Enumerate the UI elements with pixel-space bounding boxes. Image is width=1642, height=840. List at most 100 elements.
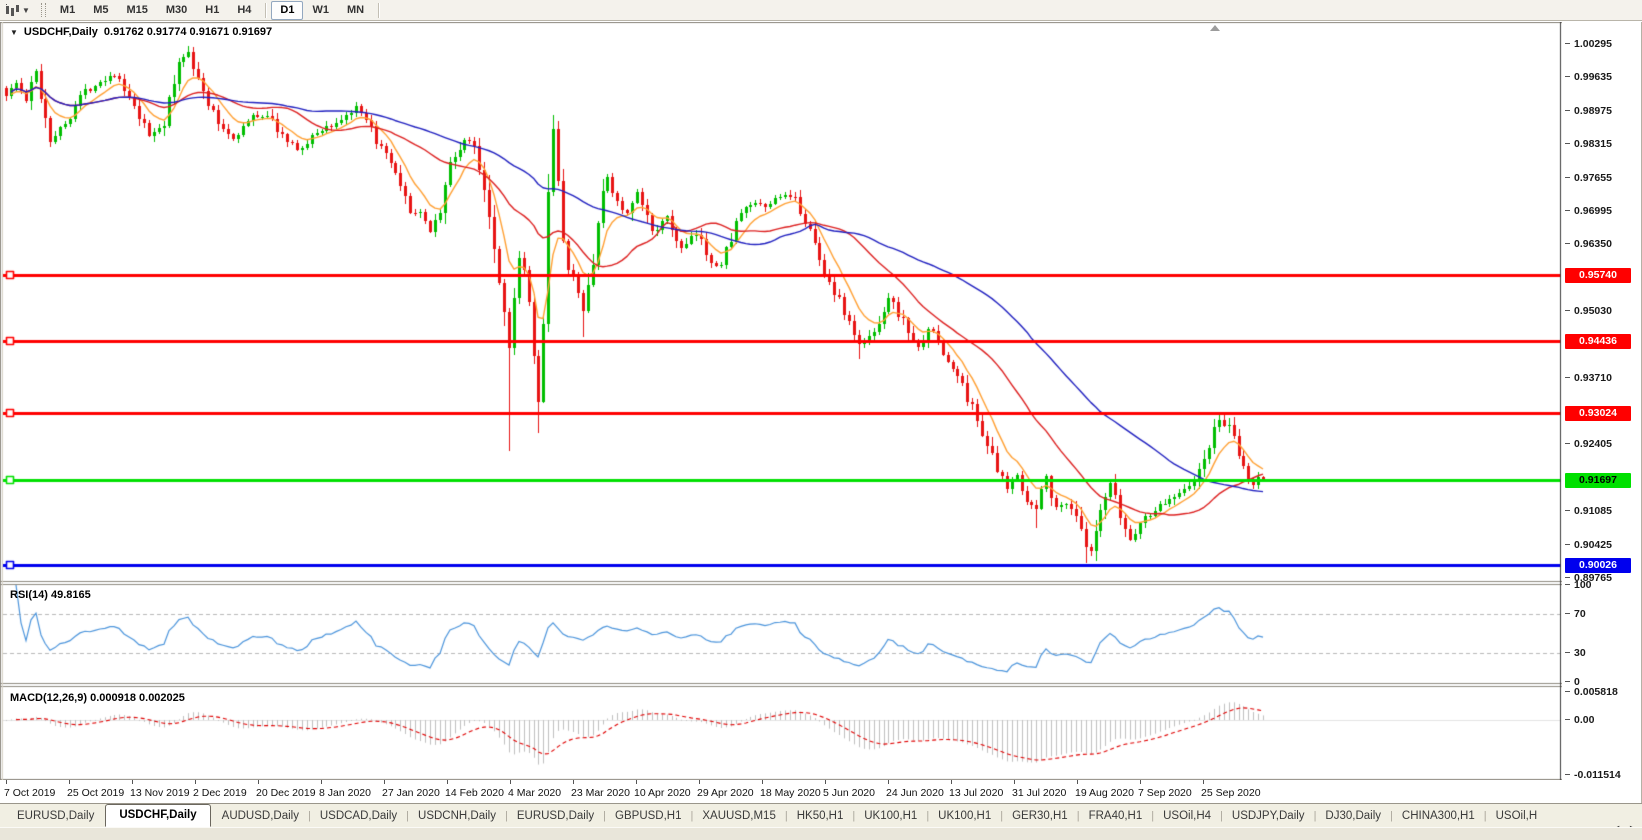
rsi-indicator-label: RSI(14) 49.8165: [10, 589, 91, 601]
chart-tab-UK100-H1[interactable]: UK100,H1: [929, 806, 1000, 827]
chart-tab-XAUUSD-M15[interactable]: XAUUSD,M15: [693, 806, 785, 827]
price-axis-tick: 0.96995: [1574, 205, 1612, 217]
timeframe-button-M1[interactable]: M1: [51, 1, 84, 20]
date-tick: [1077, 780, 1078, 784]
date-label: 13 Nov 2019: [130, 787, 190, 799]
price-axis-tick: 0.98975: [1574, 105, 1612, 117]
timeframe-button-D1[interactable]: D1: [271, 1, 303, 20]
date-tick: [636, 780, 637, 784]
price-axis-tick: 0.98315: [1574, 138, 1612, 150]
price-axis-tick: 0.97655: [1574, 172, 1612, 184]
date-tick: [699, 780, 700, 784]
chart-tab-USDCAD-Daily[interactable]: USDCAD,Daily: [311, 806, 406, 827]
date-tick: [573, 780, 574, 784]
hline-price-tag: 0.95740: [1565, 268, 1631, 283]
macd-axis-tick: -0.011514: [1574, 769, 1621, 781]
date-tick: [762, 780, 763, 784]
price-axis-tick: 0.92405: [1574, 438, 1612, 450]
chart-tab-DJ30-Daily[interactable]: DJ30,Daily: [1316, 806, 1390, 827]
date-tick: [1014, 780, 1015, 784]
chart-tab-USDJPY-Daily[interactable]: USDJPY,Daily: [1223, 806, 1314, 827]
chart-type-button[interactable]: ▼: [0, 2, 35, 19]
date-label: 13 Jul 2020: [949, 787, 1003, 799]
rsi-axis-tick: 70: [1574, 608, 1586, 620]
chart-tab-USDCNH-Daily[interactable]: USDCNH,Daily: [409, 806, 505, 827]
timeframes-toolbar: ▼ M1M5M15M30H1H4 D1W1MN: [0, 0, 1642, 21]
timeframe-button-M15[interactable]: M15: [117, 1, 156, 20]
date-label: 20 Dec 2019: [256, 787, 316, 799]
timeframe-button-W1[interactable]: W1: [303, 1, 338, 20]
date-tick: [132, 780, 133, 784]
price-axis-tick: 1.00295: [1574, 38, 1612, 50]
hline-price-tag: 0.91697: [1565, 473, 1631, 488]
chart-tab-AUDUSD-Daily[interactable]: AUDUSD,Daily: [213, 806, 308, 827]
timeframe-button-M30[interactable]: M30: [157, 1, 196, 20]
date-label: 14 Feb 2020: [445, 787, 504, 799]
chart-tabs-bar: EURUSD,DailyUSDCHF,DailyAUDUSD,Daily|USD…: [0, 803, 1642, 827]
date-label: 5 Jun 2020: [823, 787, 875, 799]
date-label: 10 Apr 2020: [634, 787, 691, 799]
date-label: 4 Mar 2020: [508, 787, 561, 799]
date-label: 29 Apr 2020: [697, 787, 754, 799]
date-tick: [6, 780, 7, 784]
date-tick: [384, 780, 385, 784]
chart-tab-USOil-H4[interactable]: USOil,H4: [1154, 806, 1220, 827]
date-tick: [195, 780, 196, 784]
chevron-down-icon: ▼: [22, 6, 30, 15]
price-axis-tick: 0.99635: [1574, 71, 1612, 83]
chart-tab-UK100-H1[interactable]: UK100,H1: [855, 806, 926, 827]
chart-tab-EURUSD-Daily[interactable]: EURUSD,Daily: [8, 806, 103, 827]
timeframe-button-MN[interactable]: MN: [338, 1, 373, 20]
chart-quote-line: 0.91762 0.91774 0.91671 0.91697: [104, 26, 272, 38]
collapse-chart-icon[interactable]: ▼: [10, 28, 18, 37]
chart-symbol-title: USDCHF,Daily: [24, 26, 98, 38]
rsi-axis-tick: 30: [1574, 647, 1586, 659]
price-chart-canvas[interactable]: [0, 22, 1562, 780]
price-axis[interactable]: 1.00295 0.99635 0.98975 0.98315 0.97655 0.969…: [1562, 22, 1642, 803]
timeframe-button-H4[interactable]: H4: [228, 1, 260, 20]
chart-tab-GBPUSD-H1[interactable]: GBPUSD,H1: [606, 806, 690, 827]
hline-price-tag: 0.90026: [1565, 558, 1631, 573]
date-tick: [1140, 780, 1141, 784]
date-label: 8 Jan 2020: [319, 787, 371, 799]
trading-platform-window: ▼ M1M5M15M30H1H4 D1W1MN ▼ USDCHF,Daily 0.…: [0, 0, 1642, 839]
toolbar-separator: [378, 3, 379, 18]
price-axis-tick: 0.93710: [1574, 372, 1612, 384]
date-label: 7 Sep 2020: [1138, 787, 1192, 799]
timeframe-button-H1[interactable]: H1: [196, 1, 228, 20]
date-tick: [258, 780, 259, 784]
chart-tab-USOil-H[interactable]: USOil,H: [1487, 806, 1547, 827]
date-tick: [510, 780, 511, 784]
price-axis-tick: 0.96350: [1574, 238, 1612, 250]
chart-shift-marker-icon[interactable]: [1210, 25, 1220, 31]
macd-axis-tick: 0.00: [1574, 714, 1594, 726]
timeframe-button-M5[interactable]: M5: [84, 1, 117, 20]
date-tick: [951, 780, 952, 784]
price-axis-tick: 0.95030: [1574, 305, 1612, 317]
price-axis-tick: 0.90425: [1574, 539, 1612, 551]
chart-tab-USDCHF-Daily[interactable]: USDCHF,Daily: [105, 804, 210, 827]
macd-indicator-label: MACD(12,26,9) 0.000918 0.002025: [10, 692, 185, 704]
chart-title-row: ▼ USDCHF,Daily 0.91762 0.91774 0.91671 0…: [10, 26, 272, 38]
date-label: 23 Mar 2020: [571, 787, 630, 799]
rsi-axis-tick: 100: [1574, 579, 1592, 591]
date-label: 24 Jun 2020: [886, 787, 944, 799]
date-label: 25 Oct 2019: [67, 787, 124, 799]
chart-tab-FRA40-H1[interactable]: FRA40,H1: [1080, 806, 1152, 827]
hline-price-tag: 0.93024: [1565, 406, 1631, 421]
chart-tab-GER30-H1[interactable]: GER30,H1: [1003, 806, 1077, 827]
date-tick: [447, 780, 448, 784]
date-label: 7 Oct 2019: [4, 787, 55, 799]
date-tick: [321, 780, 322, 784]
chart-tab-EURUSD-Daily[interactable]: EURUSD,Daily: [508, 806, 603, 827]
chart-tab-HK50-H1[interactable]: HK50,H1: [788, 806, 853, 827]
date-label: 27 Jan 2020: [382, 787, 440, 799]
chart-tab-CHINA300-H1[interactable]: CHINA300,H1: [1393, 806, 1484, 827]
date-label: 31 Jul 2020: [1012, 787, 1066, 799]
date-tick: [69, 780, 70, 784]
date-label: 18 May 2020: [760, 787, 821, 799]
candlestick-chart-icon: [5, 4, 19, 17]
date-axis[interactable]: 7 Oct 201925 Oct 201913 Nov 20192 Dec 20…: [0, 780, 1562, 803]
date-label: 25 Sep 2020: [1201, 787, 1261, 799]
date-tick: [825, 780, 826, 784]
